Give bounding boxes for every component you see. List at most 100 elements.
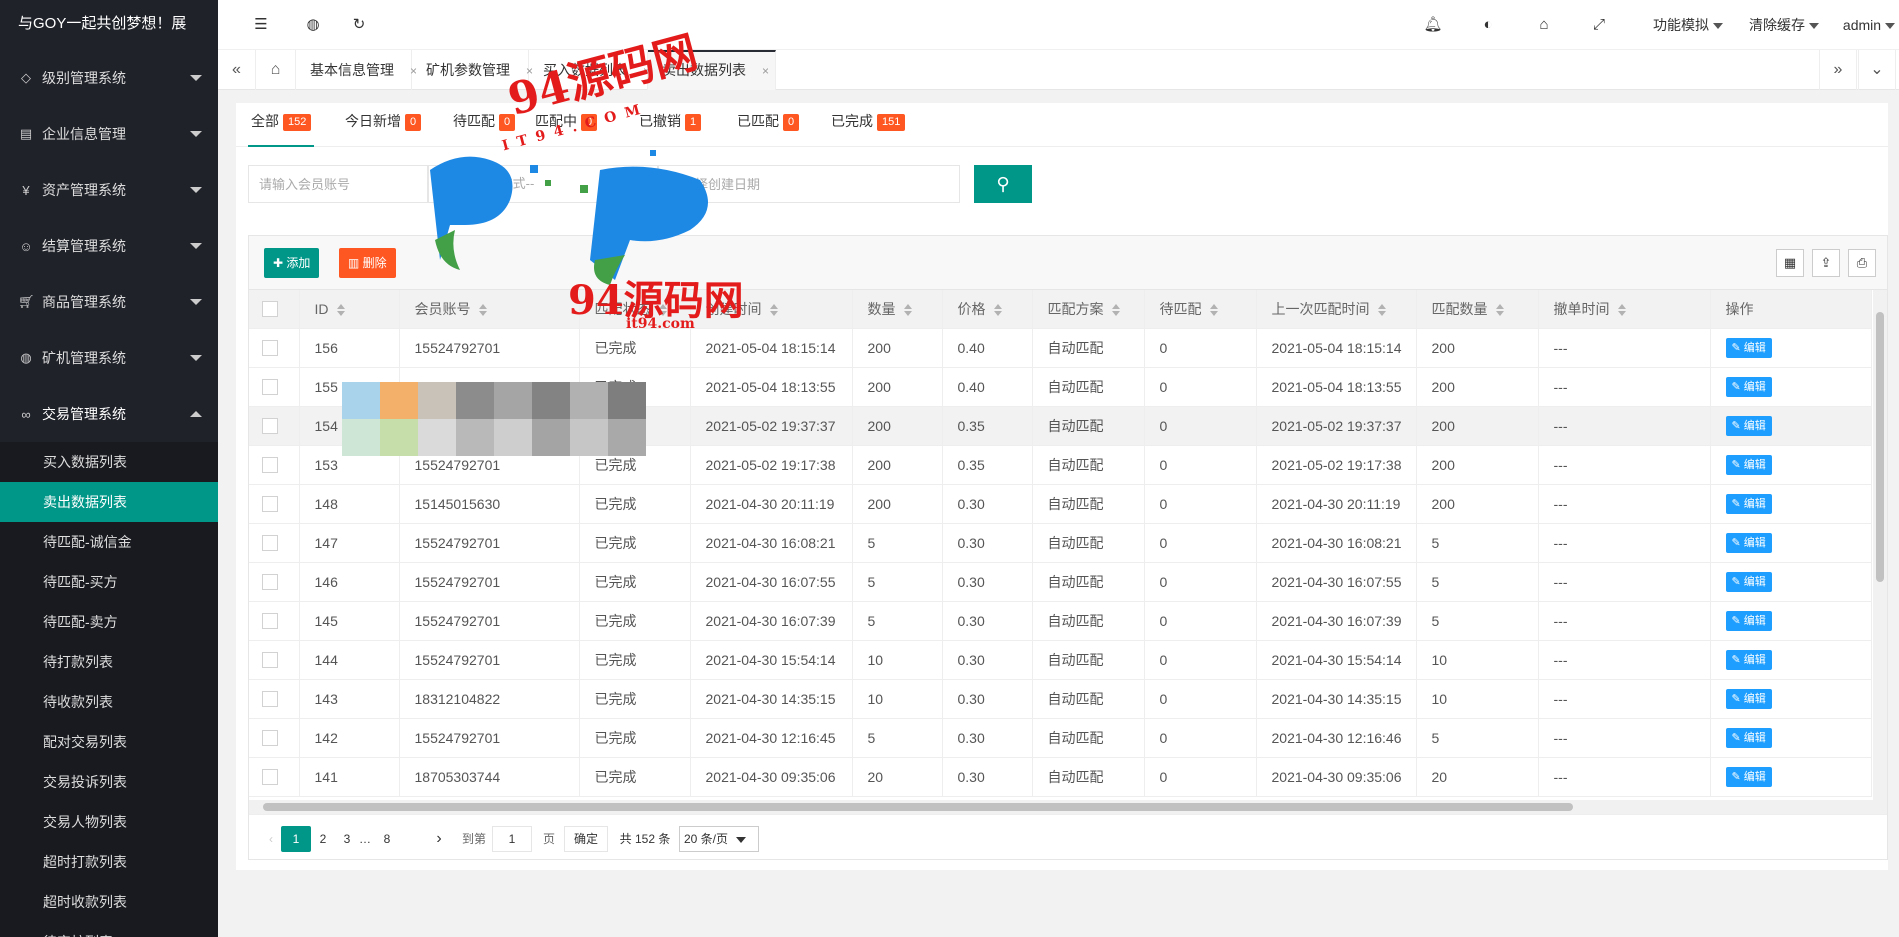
edit-button[interactable]: ✎ 编辑	[1725, 337, 1772, 358]
sidebar-subitem[interactable]: 待收款列表	[0, 682, 218, 722]
sort-icon[interactable]	[903, 304, 912, 317]
select-all-checkbox[interactable]	[262, 301, 278, 318]
user-dropdown[interactable]: admin	[1838, 0, 1899, 50]
vertical-scrollbar[interactable]	[1873, 290, 1887, 800]
sort-icon[interactable]	[1377, 304, 1386, 317]
row-checkbox[interactable]	[262, 652, 278, 669]
home-icon[interactable]: ⌂	[256, 50, 296, 90]
horizontal-scrollbar[interactable]	[249, 800, 1887, 814]
page-tab[interactable]: 卖出数据列表 ×	[648, 50, 776, 90]
page-number[interactable]: 1	[281, 826, 311, 852]
sidebar-subitem[interactable]: 卖出数据列表	[0, 482, 218, 522]
prev-page-icon[interactable]: ‹	[261, 826, 281, 852]
column-header[interactable]: ID	[299, 290, 400, 329]
sort-icon[interactable]	[993, 304, 1002, 317]
refresh-icon[interactable]: ↻	[344, 0, 374, 50]
row-checkbox[interactable]	[262, 691, 278, 708]
search-button[interactable]: ⚲	[974, 165, 1032, 203]
row-checkbox[interactable]	[262, 613, 278, 630]
row-checkbox[interactable]	[262, 769, 278, 786]
edit-button[interactable]: ✎ 编辑	[1725, 571, 1772, 592]
status-tab[interactable]: 匹配中 0	[532, 111, 600, 147]
column-header[interactable]: 待匹配	[1144, 290, 1257, 329]
bell-icon[interactable]: 🔔︎	[1418, 0, 1448, 50]
column-header[interactable]: 匹配状态	[579, 290, 691, 329]
page-tab[interactable]: 买入数据列表 ×	[529, 50, 650, 90]
page-number[interactable]: 2	[313, 826, 333, 852]
page-tab[interactable]: 矿机参数管理 ×	[412, 50, 533, 90]
status-tab[interactable]: 待匹配 0	[450, 111, 518, 147]
column-header[interactable]: 匹配数量	[1416, 290, 1539, 329]
goto-page-input[interactable]: 1	[492, 826, 532, 852]
sidebar-subitem[interactable]: 待打款列表	[0, 642, 218, 682]
row-checkbox[interactable]	[262, 496, 278, 513]
vertical-scroll-thumb[interactable]	[1876, 312, 1884, 582]
column-header[interactable]: 会员账号	[399, 290, 580, 329]
status-tab[interactable]: 已完成 151	[828, 111, 908, 147]
sidebar-subitem[interactable]: 配对交易列表	[0, 722, 218, 762]
sort-icon[interactable]	[1617, 304, 1626, 317]
next-page-icon[interactable]: ›	[429, 826, 449, 852]
row-checkbox[interactable]	[262, 574, 278, 591]
row-checkbox[interactable]	[262, 535, 278, 552]
column-header[interactable]: 撤单时间	[1538, 290, 1711, 329]
edit-button[interactable]: ✎ 编辑	[1725, 376, 1772, 397]
edit-button[interactable]: ✎ 编辑	[1725, 649, 1772, 670]
create-date-input[interactable]	[658, 165, 960, 203]
status-tab[interactable]: 全部 152	[248, 111, 315, 147]
sidebar-subitem[interactable]: 交易人物列表	[0, 802, 218, 842]
sidebar-group-0[interactable]: ◇ 级别管理系统	[0, 50, 218, 106]
edit-button[interactable]: ✎ 编辑	[1725, 688, 1772, 709]
edit-button[interactable]: ✎ 编辑	[1725, 454, 1772, 475]
sidebar-subitem[interactable]: 待匹配-卖方	[0, 602, 218, 642]
row-checkbox[interactable]	[262, 340, 278, 357]
column-header[interactable]: 匹配方案	[1032, 290, 1145, 329]
row-checkbox[interactable]	[262, 379, 278, 396]
page-number[interactable]: 8	[377, 826, 397, 852]
sort-icon[interactable]	[658, 304, 667, 317]
match-method-select[interactable]: --选择匹配方式--	[428, 165, 658, 203]
close-icon[interactable]: ×	[762, 64, 769, 78]
edit-button[interactable]: ✎ 编辑	[1725, 415, 1772, 436]
print-icon[interactable]: ⎙	[1848, 249, 1876, 277]
row-checkbox[interactable]	[262, 730, 278, 747]
sidebar-group-2[interactable]: ¥ 资产管理系统	[0, 162, 218, 218]
palette-icon[interactable]: ◐	[1473, 0, 1503, 50]
sidebar-subitem[interactable]: 交易投诉列表	[0, 762, 218, 802]
columns-filter-icon[interactable]: ▦	[1776, 249, 1804, 277]
sort-icon[interactable]	[336, 304, 345, 317]
sidebar-group-5[interactable]: ◍ 矿机管理系统	[0, 330, 218, 386]
column-header[interactable]: 上一次匹配时间	[1256, 290, 1417, 329]
feature-sim-dropdown[interactable]: 功能模拟	[1648, 0, 1728, 50]
row-checkbox[interactable]	[262, 418, 278, 435]
horizontal-scroll-thumb[interactable]	[263, 803, 1573, 811]
add-button[interactable]: ✚ 添加	[264, 248, 320, 278]
tabs-menu-icon[interactable]: ⌄	[1858, 50, 1896, 90]
sidebar-subitem[interactable]: 待匹配-诚信金	[0, 522, 218, 562]
edit-button[interactable]: ✎ 编辑	[1725, 532, 1772, 553]
account-search-input[interactable]	[248, 165, 428, 203]
row-checkbox[interactable]	[262, 457, 278, 474]
edit-button[interactable]: ✎ 编辑	[1725, 610, 1772, 631]
sidebar-subitem[interactable]: 买入数据列表	[0, 442, 218, 482]
column-header[interactable]: 创建时间	[690, 290, 853, 329]
sort-icon[interactable]	[1209, 304, 1218, 317]
page-tab[interactable]: 基本信息管理 ×	[296, 50, 417, 90]
page-size-select[interactable]: 20 条/页	[679, 826, 759, 852]
sidebar-group-4[interactable]: 🛒︎ 商品管理系统	[0, 274, 218, 330]
sidebar-group-3[interactable]: ☺ 结算管理系统	[0, 218, 218, 274]
sidebar-subitem[interactable]: 待匹配-买方	[0, 562, 218, 602]
status-tab[interactable]: 已匹配 0	[734, 111, 802, 147]
page-number[interactable]: 3	[337, 826, 357, 852]
tabs-scroll-right-icon[interactable]: »	[1819, 50, 1857, 90]
tag-icon[interactable]: ⌂	[1529, 0, 1559, 50]
export-icon[interactable]: ⇪	[1812, 249, 1840, 277]
clear-cache-dropdown[interactable]: 清除缓存	[1744, 0, 1824, 50]
sidebar-subitem[interactable]: 超时收款列表	[0, 882, 218, 922]
fullscreen-icon[interactable]: ⤢	[1584, 0, 1614, 50]
collapse-menu-icon[interactable]: ☰	[246, 0, 276, 50]
status-tab[interactable]: 已撤销 1	[636, 111, 704, 147]
sidebar-subitem[interactable]: 超时打款列表	[0, 842, 218, 882]
tabs-scroll-left-icon[interactable]: «	[218, 50, 256, 90]
goto-confirm-button[interactable]: 确定	[564, 826, 608, 852]
